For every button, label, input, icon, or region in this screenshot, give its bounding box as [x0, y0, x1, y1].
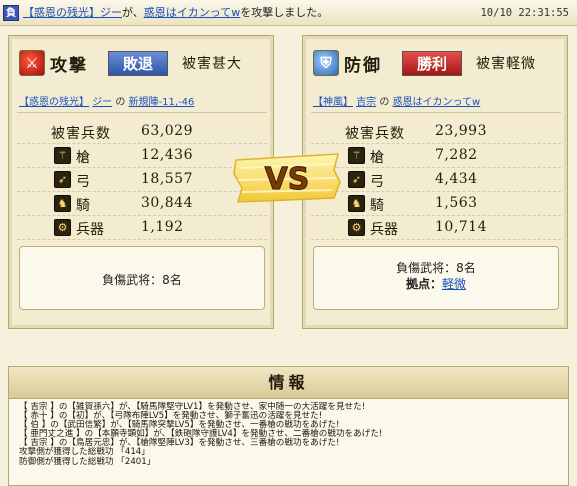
unit-label: 弓 — [76, 174, 90, 190]
unit-value: 12,436 — [141, 147, 193, 163]
battle-timestamp: 10/10 22:31:55 — [480, 7, 569, 19]
defense-shield-icon: ⛨ — [313, 50, 339, 76]
attacker-guild-link[interactable]: 【惑恩の残光】 — [23, 6, 100, 19]
attack-origin-line: 【惑恩の残光】 ジー の 新規陣-11,-46 — [19, 93, 267, 108]
horse-icon: ♞ — [54, 195, 71, 212]
attack-panel-header: ⚔ 攻撃 敗退 被害甚大 — [17, 46, 267, 82]
info-panel: 情報 【 吉宗 】の【雑賀孫六】が、【騎馬隊堅守LV1】を発動させ、家中随一の大… — [8, 366, 569, 486]
defense-guild-link[interactable]: 【神風】 — [313, 97, 353, 108]
battle-summary-message: 【惑恩の残光】ジーが、惑恩はイカンってwを攻撃しました。 — [23, 0, 328, 26]
message-particle: が、 — [122, 6, 144, 19]
defense-origin-particle: の — [379, 97, 390, 108]
defense-location-link[interactable]: 惑恩はイカンってw — [393, 97, 481, 108]
defense-stats: 被害兵数 23,993 ⚚ 槍 7,282 ➶ 弓 4,434 ♞ 騎 1,56… — [311, 120, 561, 240]
defense-origin-line: 【神風】 吉宗 の 惑恩はイカンってw — [313, 93, 561, 108]
unit-value: 1,563 — [435, 195, 478, 211]
total-casualties-value: 63,029 — [141, 123, 193, 139]
defense-total-row: 被害兵数 23,993 — [311, 120, 561, 144]
defense-result-badge: 勝利 — [402, 51, 462, 76]
attack-player-link[interactable]: ジー — [92, 97, 112, 108]
attack-origin-particle: の — [115, 97, 126, 108]
attack-swords-icon: ⚔ — [19, 50, 45, 76]
battle-report-header: 負 【惑恩の残光】ジーが、惑恩はイカンってwを攻撃しました。 10/10 22:… — [0, 0, 577, 26]
vs-text: VS — [265, 162, 310, 197]
defense-role-label: 防御 — [344, 56, 382, 76]
total-casualties-label: 被害兵数 — [51, 126, 111, 142]
defense-summary-box: 負傷武将：8名 拠点：軽微 — [313, 246, 559, 310]
attack-location-link[interactable]: 新規陣-11,-46 — [129, 97, 195, 108]
unit-value: 10,714 — [435, 219, 487, 235]
unit-value: 1,192 — [141, 219, 184, 235]
attack-result-badge: 敗退 — [108, 51, 168, 76]
defense-bow-row: ➶ 弓 4,434 — [311, 168, 561, 192]
defense-damage-level: 被害軽微 — [476, 56, 536, 72]
siege-icon: ⚙ — [348, 219, 365, 236]
attack-siege-row: ⚙ 兵器 1,192 — [17, 216, 267, 240]
versus-emblem: VS — [233, 153, 341, 203]
unit-value: 18,557 — [141, 171, 193, 187]
base-damage-label: 拠点： — [405, 277, 442, 291]
unit-label: 槍 — [370, 150, 384, 166]
defense-player-link[interactable]: 吉宗 — [356, 97, 376, 108]
spear-icon: ⚚ — [54, 147, 71, 164]
unit-label: 騎 — [370, 198, 384, 214]
horse-icon: ♞ — [348, 195, 365, 212]
spear-icon: ⚚ — [348, 147, 365, 164]
message-suffix: を攻撃しました。 — [240, 6, 329, 19]
base-damage-value-link[interactable]: 軽微 — [442, 277, 466, 291]
attack-role-label: 攻撃 — [50, 56, 88, 76]
attack-damage-level: 被害甚大 — [182, 56, 242, 72]
attacker-player-link[interactable]: ジー — [100, 6, 122, 19]
defeat-badge: 負 — [3, 5, 19, 21]
info-line: 防御側が獲得した総戦功 「2401」 — [19, 456, 156, 467]
defense-siege-row: ⚙ 兵器 10,714 — [311, 216, 561, 240]
defense-injured-generals: 負傷武将：8名 — [396, 261, 476, 275]
defense-panel-header: ⛨ 防御 勝利 被害軽微 — [311, 46, 561, 82]
unit-label: 兵器 — [370, 222, 398, 238]
unit-label: 兵器 — [76, 222, 104, 238]
attack-guild-link[interactable]: 【惑恩の残光】 — [19, 97, 89, 108]
attack-total-row: 被害兵数 63,029 — [17, 120, 267, 144]
divider — [311, 112, 561, 113]
attack-summary-box: 負傷武将：8名 — [19, 246, 265, 310]
unit-label: 騎 — [76, 198, 90, 214]
bow-icon: ➶ — [54, 171, 71, 188]
info-log: 【 吉宗 】の【雑賀孫六】が、【騎馬隊堅守LV1】を発動させ、家中随一の大活躍を… — [19, 402, 564, 467]
defense-spear-row: ⚚ 槍 7,282 — [311, 144, 561, 168]
divider — [17, 112, 267, 113]
unit-value: 4,434 — [435, 171, 478, 187]
total-casualties-value: 23,993 — [435, 123, 487, 139]
siege-icon: ⚙ — [54, 219, 71, 236]
defense-horse-row: ♞ 騎 1,563 — [311, 192, 561, 216]
target-base-link[interactable]: 惑恩はイカンってw — [144, 6, 240, 19]
bow-icon: ➶ — [348, 171, 365, 188]
attack-injured-generals: 負傷武将：8名 — [102, 273, 182, 287]
unit-label: 槍 — [76, 150, 90, 166]
unit-value: 30,844 — [141, 195, 193, 211]
defense-base-damage: 拠点：軽微 — [314, 275, 558, 292]
total-casualties-label: 被害兵数 — [345, 126, 405, 142]
unit-label: 弓 — [370, 174, 384, 190]
info-title: 情報 — [9, 367, 568, 399]
unit-value: 7,282 — [435, 147, 478, 163]
